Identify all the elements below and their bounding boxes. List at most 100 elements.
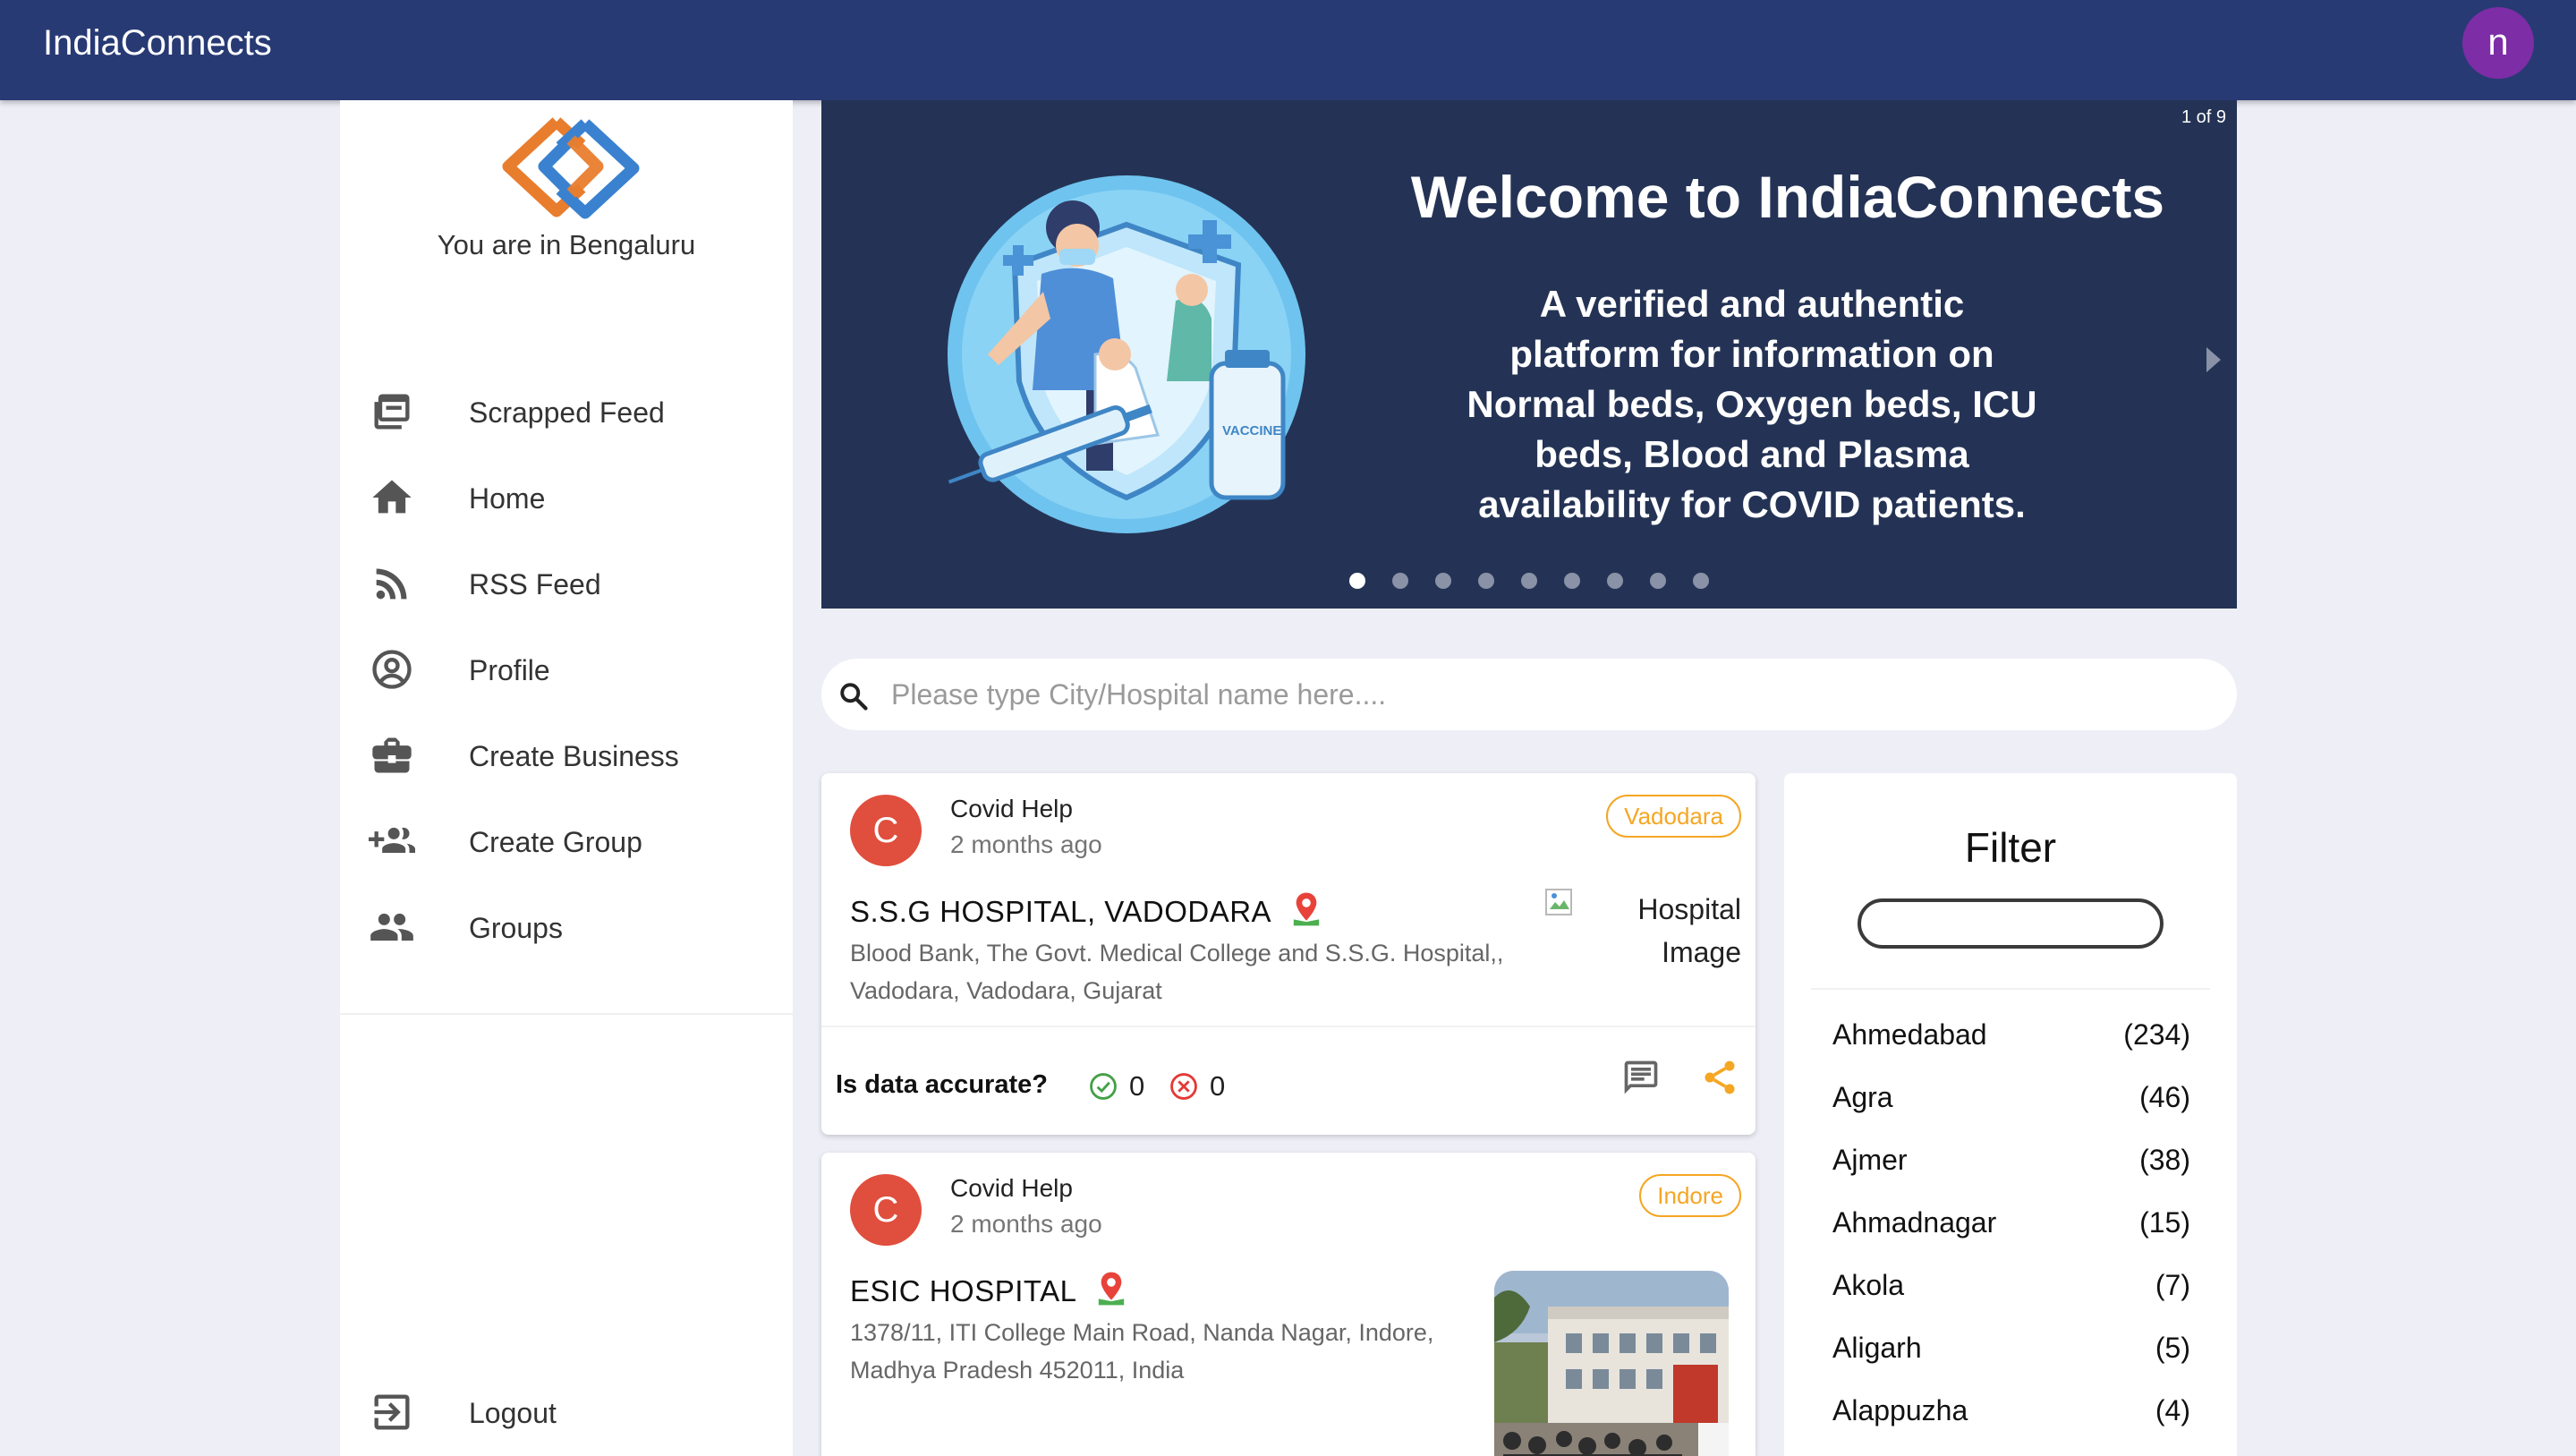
slide-counter: 1 of 9: [2181, 107, 2226, 127]
hospital-name: ESIC HOSPITAL: [850, 1271, 1126, 1308]
filter-city-item[interactable]: Ahmadnagar (15): [1832, 1199, 2190, 1249]
city-name: Aligarh: [1832, 1332, 1922, 1364]
nav-rss-feed[interactable]: RSS Feed: [340, 541, 793, 626]
hospital-image: Hospital Image: [1544, 888, 1741, 977]
filter-city-item[interactable]: Agra (46): [1832, 1074, 2190, 1124]
post-time: 2 months ago: [950, 830, 1102, 858]
city-name: Ahmedabad: [1832, 1018, 1987, 1051]
carousel-dot[interactable]: [1478, 573, 1494, 589]
city-count: (46): [2139, 1081, 2190, 1113]
post-author[interactable]: Covid Help: [950, 795, 1073, 823]
city-name: Ahmadnagar: [1832, 1206, 1997, 1239]
hospital-name-text: ESIC HOSPITAL: [850, 1274, 1077, 1307]
city-name: Ajmer: [1832, 1144, 1908, 1176]
filter-city-item[interactable]: Aligarh (5): [1832, 1324, 2190, 1375]
logout-icon: [374, 1394, 410, 1430]
hospital-card: C Covid Help 2 months ago Indore ESIC HO…: [821, 1153, 1756, 1456]
profile-icon: [372, 650, 412, 689]
city-count: (7): [2155, 1269, 2190, 1301]
city-count: (38): [2139, 1144, 2190, 1176]
nav-label: Home: [469, 482, 546, 515]
current-location: You are in Bengaluru: [437, 229, 696, 260]
top-app-bar: IndiaConnects n: [0, 0, 2576, 100]
nav-logout[interactable]: Logout: [340, 1369, 793, 1455]
vaccine-label: VACCINE: [1222, 423, 1281, 439]
avatar: C: [850, 795, 922, 866]
hospital-address: Blood Bank, The Govt. Medical College an…: [850, 934, 1548, 1009]
feed-icon: [374, 394, 410, 430]
nav-home[interactable]: Home: [340, 455, 793, 541]
nav-label: Groups: [469, 912, 563, 944]
groups-icon: [370, 913, 413, 941]
carousel-dot[interactable]: [1349, 573, 1365, 589]
carousel-next-icon[interactable]: [2199, 342, 2226, 378]
hospital-card: C Covid Help 2 months ago Vadodara S.S.G…: [821, 773, 1756, 1135]
accuracy-question: Is data accurate?: [836, 1070, 1048, 1099]
filter-city-item[interactable]: Alappuzha (4): [1832, 1387, 2190, 1437]
address-line: Blood Bank, The Govt. Medical College an…: [850, 940, 1504, 966]
filter-city-item[interactable]: Ajmer (38): [1832, 1137, 2190, 1187]
nav-label: RSS Feed: [469, 568, 601, 600]
hero-line: A verified and authentic: [1539, 283, 1965, 325]
carousel-dot[interactable]: [1693, 573, 1709, 589]
filter-input[interactable]: [1858, 898, 2164, 949]
broken-image-icon: [1545, 889, 1572, 915]
nav-profile[interactable]: Profile: [340, 626, 793, 712]
address-line: Vadodara, Vadodara, Gujarat: [850, 977, 1162, 1004]
post-author[interactable]: Covid Help: [950, 1174, 1073, 1203]
image-alt-line: Image: [1662, 936, 1741, 968]
filter-city-item[interactable]: Akola (7): [1832, 1262, 2190, 1312]
vote-yes-button[interactable]: 0: [1088, 1069, 1144, 1104]
nav-label: Create Business: [469, 740, 679, 772]
city-badge[interactable]: Vadodara: [1606, 795, 1741, 838]
nav-groups[interactable]: Groups: [340, 884, 793, 970]
hero-line: beds, Blood and Plasma: [1535, 433, 1969, 475]
rss-icon: [376, 568, 407, 600]
avatar: C: [850, 1174, 922, 1246]
city-count: (15): [2139, 1206, 2190, 1239]
search-input[interactable]: [891, 671, 2198, 718]
hero-carousel[interactable]: 1 of 9 VACCINE Welcome to IndiaConnects …: [821, 100, 2237, 609]
nav-label: Scrapped Feed: [469, 396, 665, 429]
hospital-name: S.S.G HOSPITAL, VADODARA: [850, 891, 1322, 929]
carousel-dot[interactable]: [1607, 573, 1623, 589]
search-bar: [821, 659, 2237, 730]
share-icon[interactable]: [1700, 1058, 1739, 1097]
hospital-photo[interactable]: [1494, 1271, 1729, 1456]
city-name: Agra: [1832, 1081, 1893, 1113]
no-vote-count: 0: [1210, 1070, 1226, 1102]
vote-no-button[interactable]: 0: [1169, 1069, 1225, 1104]
carousel-indicators: [1349, 573, 1709, 591]
carousel-dot[interactable]: [1392, 573, 1408, 589]
city-badge[interactable]: Indore: [1639, 1174, 1741, 1217]
city-count: (234): [2123, 1018, 2190, 1051]
map-pin-icon[interactable]: [1291, 891, 1322, 927]
app-title[interactable]: IndiaConnects: [43, 21, 272, 64]
nav-scrapped-feed[interactable]: Scrapped Feed: [340, 369, 793, 455]
carousel-dot[interactable]: [1521, 573, 1537, 589]
hero-line: Normal beds, Oxygen beds, ICU: [1467, 383, 2037, 425]
carousel-dot[interactable]: [1564, 573, 1580, 589]
nav-label: Create Group: [469, 826, 642, 858]
map-pin-icon[interactable]: [1096, 1271, 1126, 1307]
post-time: 2 months ago: [950, 1210, 1102, 1238]
briefcase-icon: [372, 737, 412, 773]
comment-icon[interactable]: [1621, 1058, 1661, 1097]
vaccine-illustration-icon: VACCINE: [948, 175, 1305, 533]
filter-panel: Filter Ahmedabad (234) Agra (46) Ajmer (38)…: [1784, 773, 2237, 1456]
nav-create-group[interactable]: Create Group: [340, 798, 793, 884]
card-divider: [821, 1026, 1756, 1027]
check-circle-icon: [1090, 1073, 1117, 1100]
carousel-dot[interactable]: [1650, 573, 1666, 589]
carousel-dot[interactable]: [1435, 573, 1451, 589]
user-avatar[interactable]: n: [2462, 7, 2534, 79]
address-line: Madhya Pradesh 452011, India: [850, 1357, 1185, 1384]
logo-icon: [502, 117, 640, 219]
filter-divider: [1811, 988, 2210, 990]
filter-city-item[interactable]: Ahmedabad (234): [1832, 1011, 2190, 1061]
address-line: 1378/11, ITI College Main Road, Nanda Na…: [850, 1319, 1434, 1346]
city-name: Alappuzha: [1832, 1394, 1968, 1426]
hero-description: A verified and authentic platform for in…: [1430, 279, 2074, 530]
hero-title: Welcome to IndiaConnects: [1410, 164, 2165, 230]
nav-create-business[interactable]: Create Business: [340, 712, 793, 798]
